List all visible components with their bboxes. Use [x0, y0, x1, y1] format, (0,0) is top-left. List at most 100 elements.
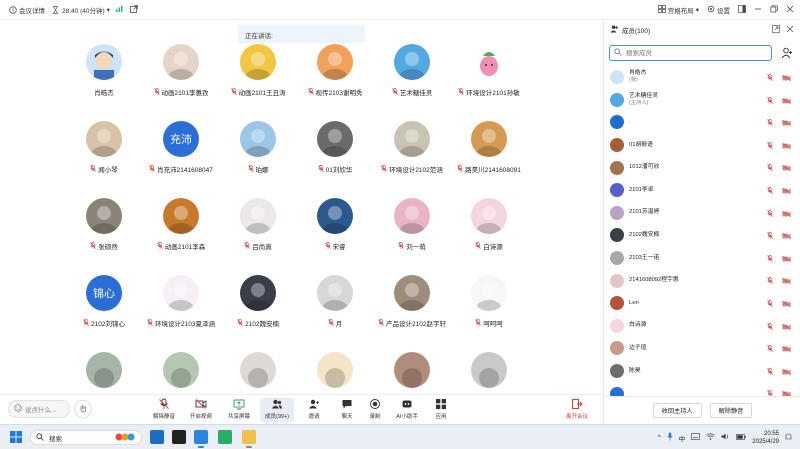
chevron-up-icon[interactable]: ^: [658, 434, 661, 441]
member-mic-muted-icon[interactable]: [767, 367, 774, 376]
taskbar-app-icon[interactable]: [150, 430, 164, 444]
close-icon[interactable]: [786, 5, 794, 15]
member-row[interactable]: 2101苏温婷: [604, 202, 800, 225]
member-camera-off-icon[interactable]: [782, 120, 791, 127]
participant-tile[interactable]: [372, 340, 452, 394]
member-camera-off-icon[interactable]: [782, 75, 791, 81]
participant-tile[interactable]: [218, 340, 298, 394]
microphone-icon[interactable]: [667, 432, 673, 443]
member-row[interactable]: 白诗源: [604, 315, 800, 338]
close-panel-icon[interactable]: [786, 25, 794, 35]
member-row[interactable]: 边子瑄: [604, 337, 800, 360]
member-mic-muted-icon[interactable]: [767, 322, 774, 331]
member-camera-off-icon[interactable]: [782, 346, 791, 353]
record-button[interactable]: 录制: [358, 398, 392, 422]
member-mic-muted-icon[interactable]: [767, 254, 774, 263]
member-avatar: [610, 115, 624, 130]
unmute-all-button[interactable]: 解除静音: [709, 403, 753, 418]
member-camera-off-icon[interactable]: [782, 210, 791, 217]
member-camera-off-icon[interactable]: [782, 142, 791, 149]
add-member-icon[interactable]: [781, 47, 793, 59]
member-mic-muted-icon[interactable]: [767, 209, 774, 218]
mic-off-button[interactable]: 解除静音: [147, 398, 181, 422]
member-camera-off-icon[interactable]: [782, 278, 791, 285]
member-mic-muted-icon[interactable]: [767, 164, 774, 172]
ai-assistant-button[interactable]: AI小助手: [390, 398, 424, 422]
external-window-icon[interactable]: [130, 4, 138, 15]
file-explorer-icon[interactable]: [242, 430, 256, 444]
participant-tile[interactable]: [64, 340, 144, 394]
member-camera-off-icon[interactable]: [782, 300, 791, 307]
participant-tile[interactable]: [449, 340, 529, 394]
member-row[interactable]: 陈昊: [604, 360, 800, 383]
member-camera-off-icon[interactable]: [782, 255, 791, 262]
share-screen-icon: [233, 398, 245, 410]
raise-hand-button[interactable]: [74, 400, 92, 418]
member-search-input[interactable]: [626, 49, 756, 57]
member-camera-off-icon[interactable]: [782, 368, 791, 375]
meeting-details-button[interactable]: 会议详情: [8, 5, 45, 15]
participant-avatar: 锦心: [86, 275, 122, 311]
meeting-timer[interactable]: 28:40 (40分钟) ▾: [51, 5, 110, 15]
wifi-icon[interactable]: [706, 433, 716, 442]
split-view-icon[interactable]: [738, 5, 746, 15]
leave-meeting-button[interactable]: 离开会议: [560, 398, 594, 422]
member-mic-muted-icon[interactable]: [767, 186, 774, 195]
member-mic-muted-icon[interactable]: [767, 232, 774, 240]
member-avatar: [610, 228, 624, 243]
reclaim-host-button[interactable]: 收回主持人: [652, 403, 702, 418]
member-row[interactable]: Len: [604, 292, 800, 315]
popout-icon[interactable]: [772, 25, 780, 35]
member-row[interactable]: 01胡振语: [604, 134, 800, 157]
chat-quick-input[interactable]: 说点什么...: [8, 400, 70, 418]
taskbar-meeting-app-icon[interactable]: [194, 430, 208, 444]
member-row[interactable]: 2103王一诺: [604, 247, 800, 270]
member-row[interactable]: 2102魏安楠: [604, 224, 800, 247]
participant-tile[interactable]: [141, 340, 221, 394]
taskbar-search-box[interactable]: 搜索: [30, 430, 142, 445]
wechat-icon[interactable]: [218, 430, 232, 444]
member-camera-off-icon[interactable]: [782, 233, 791, 240]
battery-icon[interactable]: [736, 433, 746, 442]
share-screen-button[interactable]: 共享屏幕: [222, 398, 256, 422]
participant-name: 闻小琴: [98, 167, 118, 174]
signal-icon[interactable]: [115, 5, 124, 14]
member-name: 肖皓杰: [629, 70, 647, 77]
settings-button[interactable]: 设置: [707, 5, 730, 15]
member-mic-muted-icon[interactable]: [767, 74, 774, 82]
member-row[interactable]: .: [604, 111, 800, 134]
apps-button[interactable]: 应用: [424, 398, 458, 422]
member-row[interactable]: 艺术糖佳灵 (主持人): [604, 89, 800, 112]
member-row[interactable]: [604, 382, 800, 396]
member-camera-off-icon[interactable]: [782, 165, 791, 172]
taskbar-app-icon[interactable]: [172, 430, 186, 444]
member-mic-muted-icon[interactable]: [767, 277, 774, 285]
keyboard-icon[interactable]: [691, 433, 701, 442]
member-mic-muted-icon[interactable]: [767, 141, 774, 150]
restore-icon[interactable]: [770, 5, 778, 15]
member-row[interactable]: 肖皓杰 (我): [604, 66, 800, 89]
member-camera-off-icon[interactable]: [782, 187, 791, 194]
invite-button[interactable]: 邀请: [297, 398, 331, 422]
system-clock[interactable]: 20:55 2025/4/29: [752, 430, 779, 446]
participant-tile[interactable]: [295, 340, 375, 394]
windows-start-icon[interactable]: [10, 431, 22, 443]
search-icon: [36, 432, 44, 443]
camera-off-button[interactable]: 开启视频: [184, 398, 218, 422]
member-mic-muted-icon[interactable]: [767, 96, 774, 105]
member-camera-off-icon[interactable]: [782, 97, 791, 104]
notification-icon[interactable]: [785, 433, 792, 443]
volume-icon[interactable]: [721, 433, 730, 442]
member-row[interactable]: 2101李卓: [604, 179, 800, 202]
minimize-icon[interactable]: [754, 5, 762, 15]
member-mic-muted-icon[interactable]: [767, 119, 774, 127]
members-button[interactable]: 成员(99+): [260, 398, 294, 422]
member-mic-muted-icon[interactable]: [767, 299, 774, 308]
ime-indicator[interactable]: 中: [679, 433, 686, 443]
member-camera-off-icon[interactable]: [782, 323, 791, 330]
member-mic-muted-icon[interactable]: [767, 345, 774, 353]
member-row[interactable]: 2141608092程宇惠: [604, 269, 800, 292]
layout-button[interactable]: 宫格布局 ▾: [657, 5, 699, 15]
member-search-box[interactable]: [609, 45, 772, 61]
member-row[interactable]: 1012潘可欣: [604, 156, 800, 179]
